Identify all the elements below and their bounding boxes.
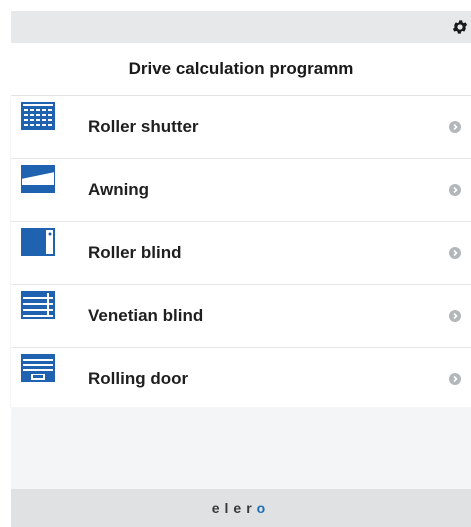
venetian-blind-icon: [21, 291, 55, 319]
logo-accent: o: [256, 500, 271, 516]
item-label: Venetian blind: [88, 306, 204, 325]
item-label: Roller shutter: [88, 117, 199, 136]
list-item-awning[interactable]: Awning: [11, 159, 471, 222]
list-item-roller-shutter[interactable]: Roller shutter: [11, 96, 471, 159]
product-list: Roller shutter Awning Roller blind Venet…: [11, 96, 471, 407]
chevron-right-icon: [449, 373, 461, 385]
footer-bar: elero: [11, 489, 471, 527]
chevron-right-icon: [449, 247, 461, 259]
item-label: Roller blind: [88, 243, 182, 262]
top-toolbar: [11, 11, 471, 43]
gear-icon[interactable]: [449, 16, 471, 38]
empty-area: [11, 407, 471, 489]
item-label: Awning: [88, 180, 150, 199]
chevron-right-icon: [449, 184, 461, 196]
list-item-venetian-blind[interactable]: Venetian blind: [11, 285, 471, 348]
rolling-door-icon: [21, 354, 55, 382]
logo-text: eler: [211, 500, 257, 516]
roller-blind-icon: [21, 228, 55, 256]
chevron-right-icon: [449, 310, 461, 322]
roller-shutter-icon: [21, 102, 55, 130]
list-item-roller-blind[interactable]: Roller blind: [11, 222, 471, 285]
title-bar: Drive calculation programm: [11, 43, 471, 96]
list-item-rolling-door[interactable]: Rolling door: [11, 348, 471, 410]
chevron-right-icon: [449, 121, 461, 133]
app-screen: Drive calculation programm Roller shutte…: [0, 0, 471, 527]
awning-icon: [21, 165, 55, 193]
brand-logo: elero: [212, 500, 270, 516]
item-label: Rolling door: [88, 369, 189, 388]
page-title: Drive calculation programm: [128, 59, 354, 78]
